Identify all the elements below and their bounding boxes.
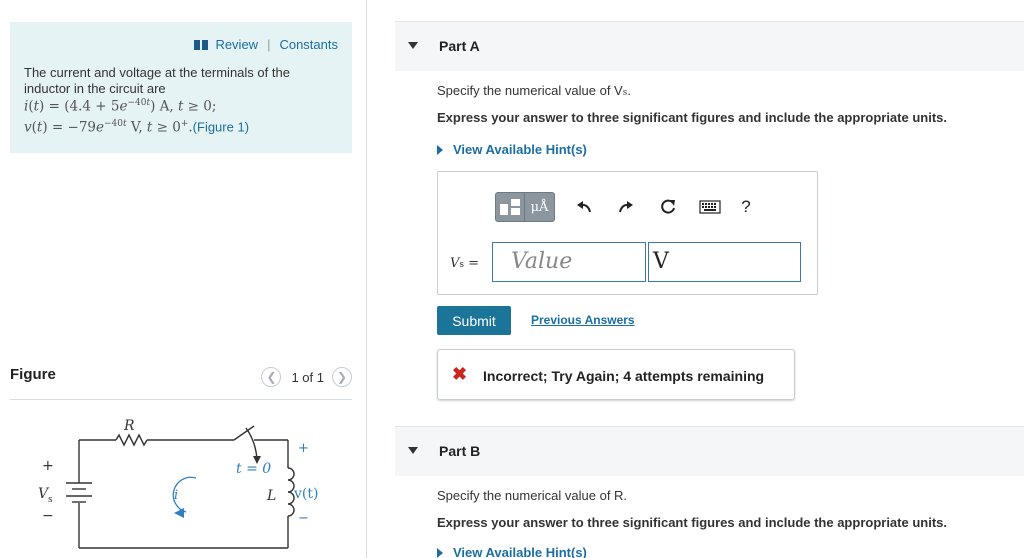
units-button[interactable]: μÅ (525, 192, 555, 222)
help-button[interactable]: ? (735, 196, 757, 218)
source-plus: + (42, 458, 54, 474)
part-b-question: Specify the numerical value of R. (437, 488, 628, 503)
error-icon: ✖ (452, 364, 468, 384)
right-panel: Part A Specify the numerical value of Vs… (395, 0, 1024, 558)
link-separator: | (267, 37, 271, 52)
inductor-label: L (266, 488, 276, 504)
part-a-instruction: Express your answer to three significant… (437, 110, 947, 125)
reset-icon[interactable] (657, 196, 679, 218)
variable-label-sub: s (459, 260, 465, 270)
current-arrowhead (174, 508, 184, 518)
resistor (115, 433, 148, 447)
variable-label: Vs = (450, 256, 479, 271)
part-a-header[interactable]: Part A (395, 21, 1024, 71)
source-sub: s (48, 495, 53, 505)
part-b-header[interactable]: Part B (395, 426, 1024, 476)
switch-arrow (245, 427, 258, 461)
part-a-hint-toggle[interactable]: View Available Hint(s) (437, 142, 587, 157)
current-equation: i(t) = (4.4 + 5e−40t) A, t ≥ 0; (24, 98, 217, 115)
problem-statement: Review | Constants The current and volta… (10, 22, 352, 153)
value-input[interactable]: Value (492, 242, 646, 282)
circuit-diagram: R + V s − i t = 0 L + v(t) − (38, 418, 318, 549)
voltage-label: v(t) (293, 486, 318, 502)
part-b-hint-toggle[interactable]: View Available Hint(s) (437, 545, 587, 558)
part-a-title: Part A (439, 38, 480, 54)
unit-input[interactable]: V (648, 242, 801, 282)
templates-icon[interactable] (495, 192, 525, 222)
keyboard-icon[interactable] (699, 196, 721, 218)
answer-box: μÅ ? Vs = Value V (437, 171, 818, 295)
figure-title: Figure (10, 366, 56, 383)
part-b-title: Part B (439, 443, 481, 459)
math-toolbar: μÅ ? (495, 189, 757, 225)
constants-link[interactable]: Constants (279, 37, 338, 52)
variable-label-letter: V (450, 256, 460, 271)
voltage-minus: − (298, 511, 309, 526)
figure-link[interactable]: (Figure 1) (193, 120, 249, 135)
book-icon (194, 39, 209, 50)
switch-label: t = 0 (236, 461, 271, 477)
figure-pager: ❮ 1 of 1 ❯ (261, 367, 352, 387)
variable-label-eq: = (468, 256, 480, 271)
feedback-text: Incorrect; Try Again; 4 attempts remaini… (483, 368, 765, 384)
voltage-plus: + (298, 441, 309, 456)
source-minus: − (42, 508, 54, 524)
redo-icon[interactable] (615, 196, 637, 218)
part-a-question-end: . (627, 83, 631, 98)
prev-figure-button[interactable]: ❮ (261, 367, 282, 387)
part-b-hint-label: View Available Hint(s) (453, 545, 587, 558)
part-a-hint-label: View Available Hint(s) (453, 142, 587, 157)
figure-header: Figure ❮ 1 of 1 ❯ (10, 364, 352, 400)
undo-icon[interactable] (573, 196, 595, 218)
expand-icon (437, 144, 443, 155)
submit-button[interactable]: Submit (437, 306, 511, 335)
expand-icon (437, 547, 443, 558)
part-b-instruction: Express your answer to three significant… (437, 515, 947, 530)
next-figure-button[interactable]: ❯ (332, 367, 352, 387)
review-link[interactable]: Review (215, 37, 258, 52)
pager-text: 1 of 1 (291, 369, 324, 385)
collapse-icon (408, 447, 418, 454)
current-label: i (174, 488, 178, 503)
left-panel: Review | Constants The current and volta… (0, 0, 366, 558)
collapse-icon (408, 42, 418, 49)
feedback-box: ✖ Incorrect; Try Again; 4 attempts remai… (437, 349, 795, 400)
part-a-question-text: Specify the numerical value of V (437, 83, 623, 98)
resistor-label: R (123, 418, 135, 434)
intro-line-2: inductor in the circuit are (24, 81, 166, 96)
part-a-question: Specify the numerical value of Vs. (437, 83, 631, 98)
top-links: Review | Constants (194, 37, 338, 52)
intro-line-1: The current and voltage at the terminals… (24, 65, 290, 80)
previous-answers-link[interactable]: Previous Answers (531, 313, 635, 327)
intro-text: The current and voltage at the terminals… (24, 65, 324, 97)
voltage-equation: v(t) = −79e−40t V, t ≥ 0+.(Figure 1) (24, 119, 250, 136)
column-divider (366, 0, 367, 558)
